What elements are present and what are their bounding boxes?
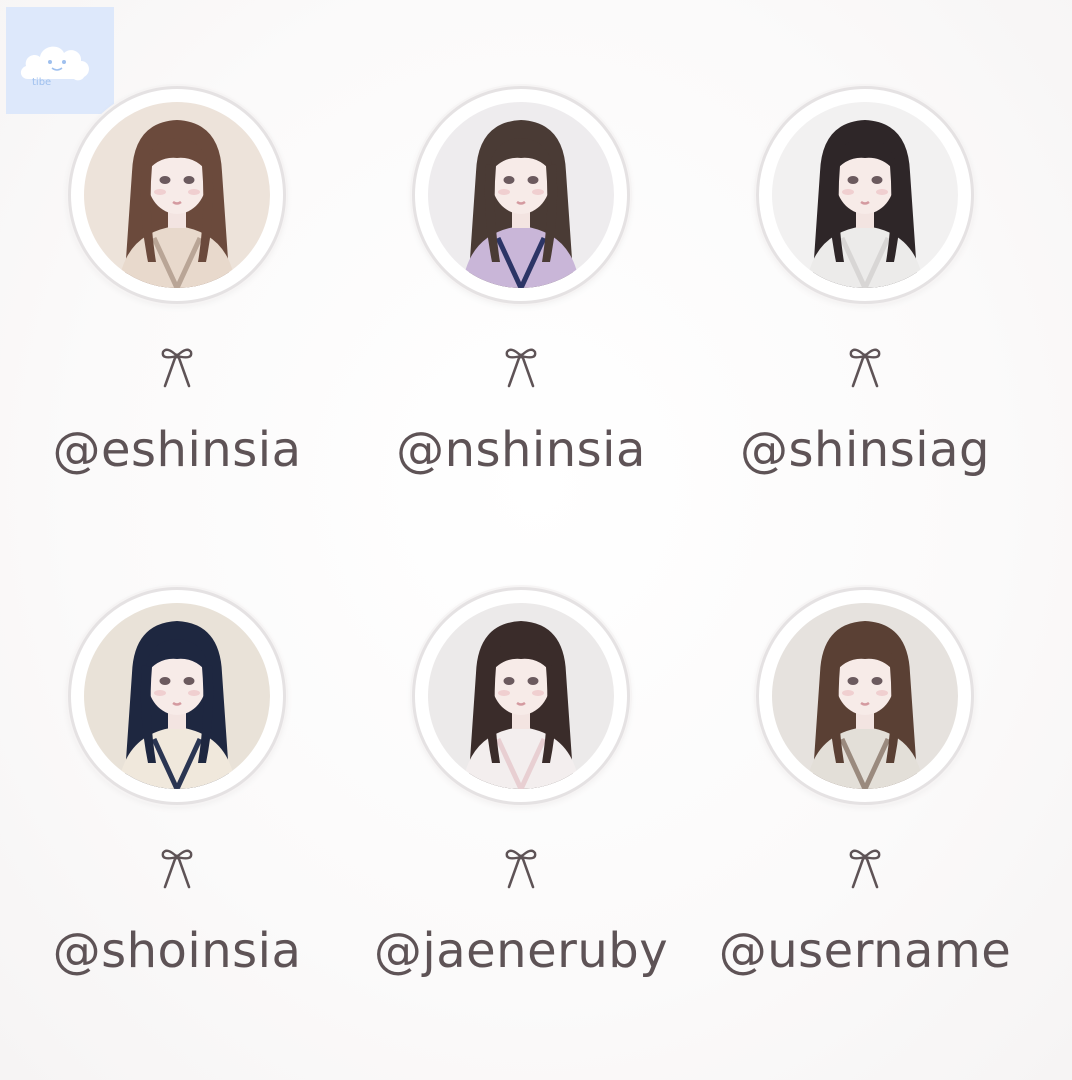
doll-portrait-image (428, 603, 614, 789)
username-label[interactable]: @username (715, 923, 1015, 979)
ribbon-bow-icon (505, 348, 537, 388)
avatar[interactable] (428, 603, 614, 789)
doll-portrait-image (772, 603, 958, 789)
profile-card[interactable]: @shinsiag (715, 86, 1015, 506)
doll-portrait-image (772, 102, 958, 288)
ribbon-bow-icon (849, 849, 881, 889)
ribbon-bow-icon (505, 849, 537, 889)
ribbon-bow-icon (849, 348, 881, 388)
profile-card[interactable]: @jaeneruby (371, 587, 671, 1007)
username-label[interactable]: @jaeneruby (371, 923, 671, 979)
doll-portrait-image (428, 102, 614, 288)
avatar-ring (412, 86, 630, 304)
profile-grid: @eshinsia @nshinsia @shinsiag @shoinsia (0, 0, 1072, 1080)
avatar-ring (412, 587, 630, 805)
profile-card[interactable]: @shoinsia (27, 587, 327, 1007)
doll-portrait-image (84, 603, 270, 789)
username-label[interactable]: @eshinsia (27, 422, 327, 478)
avatar-ring (756, 587, 974, 805)
profile-card[interactable]: @username (715, 587, 1015, 1007)
ribbon-bow-icon (161, 849, 193, 889)
avatar-ring (68, 86, 286, 304)
avatar[interactable] (772, 603, 958, 789)
avatar[interactable] (84, 102, 270, 288)
username-label[interactable]: @nshinsia (371, 422, 671, 478)
avatar-ring (68, 587, 286, 805)
avatar[interactable] (772, 102, 958, 288)
avatar[interactable] (84, 603, 270, 789)
avatar-ring (756, 86, 974, 304)
profile-grid-page: tibe @eshinsia @nshinsia @shinsiag @shoi… (0, 0, 1072, 1080)
doll-portrait-image (84, 102, 270, 288)
profile-card[interactable]: @nshinsia (371, 86, 671, 506)
username-label[interactable]: @shinsiag (715, 422, 1015, 478)
username-label[interactable]: @shoinsia (27, 923, 327, 979)
avatar[interactable] (428, 102, 614, 288)
profile-card[interactable]: @eshinsia (27, 86, 327, 506)
ribbon-bow-icon (161, 348, 193, 388)
